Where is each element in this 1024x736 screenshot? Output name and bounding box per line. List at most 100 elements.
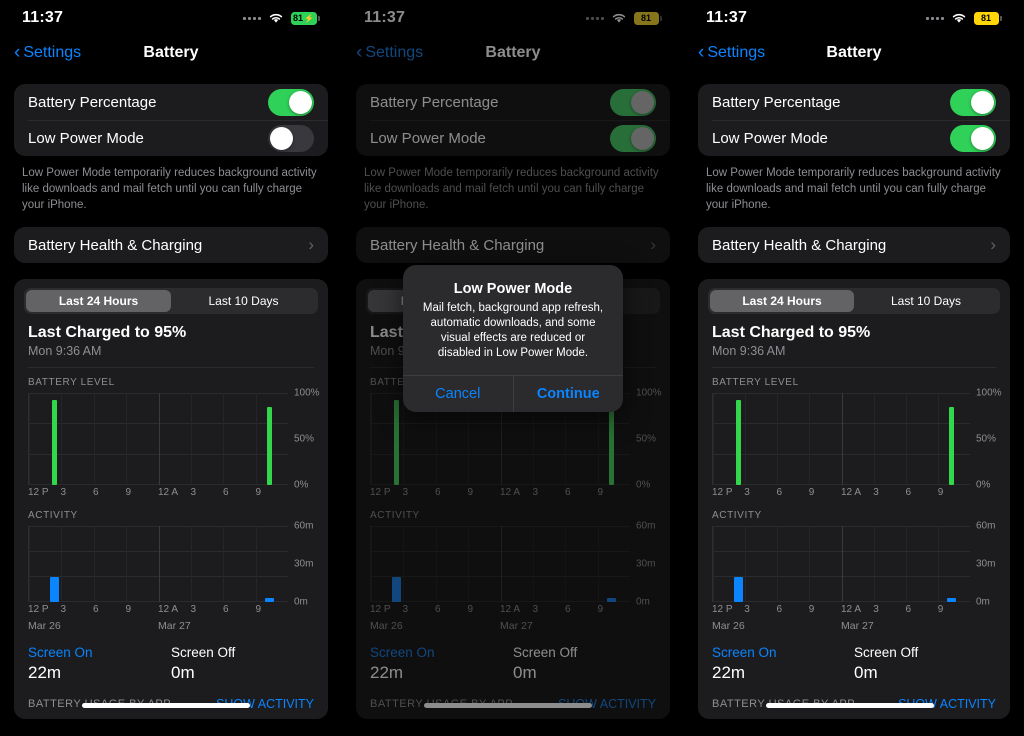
time-range-segmented-control[interactable]: Last 24 Hours Last 10 Days	[24, 288, 318, 314]
segment-last-24-hours[interactable]: Last 24 Hours	[710, 290, 854, 312]
row-battery-percentage[interactable]: Battery Percentage	[356, 84, 670, 120]
chevron-left-icon: ‹	[14, 41, 21, 63]
battery-level-chart: BATTERY LEVEL 100% 50% 0%	[14, 368, 328, 501]
battery-usage-card: Last 24 Hours Last 10 Days Last Charged …	[698, 279, 1010, 719]
battery-cap	[1000, 15, 1002, 21]
activity-chart-title: ACTIVITY	[712, 510, 762, 521]
xtick: 6	[776, 487, 783, 498]
phone-screen-panel-1: 11:37 81 ⚡ ‹ Settings Battery Battery Pe…	[0, 0, 342, 736]
screen-on-stat[interactable]: Screen On 22m	[370, 645, 513, 683]
battery-settings-group: Battery Percentage Low Power Mode	[356, 84, 670, 156]
row-low-power-mode[interactable]: Low Power Mode	[14, 120, 328, 156]
scroll-indicator[interactable]	[82, 703, 250, 708]
battery-percent-text: 81	[640, 13, 651, 23]
screen-off-label: Screen Off	[171, 645, 236, 660]
cellular-dots-icon	[926, 16, 944, 20]
ytick-100: 100%	[976, 387, 1002, 399]
row-low-power-mode[interactable]: Low Power Mode	[356, 120, 670, 156]
xtick: 6	[565, 604, 571, 615]
battery-level-xaxis: 12 P 3 6 9 12 A 3 6 9	[28, 487, 288, 501]
low-power-mode-toggle[interactable]	[950, 124, 996, 152]
time-range-segmented-control[interactable]: Last 24 Hours Last 10 Days	[708, 288, 1000, 314]
row-battery-percentage[interactable]: Battery Percentage	[14, 84, 328, 120]
ytick-0: 0%	[636, 479, 651, 491]
row-low-power-mode[interactable]: Low Power Mode	[698, 120, 1010, 156]
ytick-0: 0%	[294, 479, 309, 491]
back-to-settings-button[interactable]: ‹ Settings	[14, 41, 82, 63]
row-battery-health[interactable]: Battery Health & Charging ›	[356, 227, 670, 263]
battery-level-plot: 100% 50% 0%	[712, 388, 1002, 491]
navigation-bar: ‹ Settings Battery	[342, 36, 684, 70]
ytick-50: 50%	[636, 433, 657, 445]
xtick: 3	[744, 487, 750, 498]
date-axis: Mar 26 Mar 27	[370, 620, 630, 635]
screen-off-stat[interactable]: Screen Off 0m	[854, 645, 996, 683]
xtick: 3	[532, 604, 539, 615]
battery-usage-footer: BATTERY USAGE BY APP SHOW ACTIVITY	[698, 697, 1010, 719]
row-battery-health[interactable]: Battery Health & Charging ›	[14, 227, 328, 263]
scroll-indicator[interactable]	[424, 703, 592, 708]
low-power-mode-label: Low Power Mode	[28, 129, 144, 147]
battery-percentage-label: Battery Percentage	[28, 93, 157, 111]
activity-bar	[946, 598, 956, 602]
ytick-0m: 0m	[636, 596, 650, 608]
alert-cancel-button[interactable]: Cancel	[403, 376, 513, 412]
scroll-indicator[interactable]	[766, 703, 934, 708]
segment-last-10-days[interactable]: Last 10 Days	[854, 290, 998, 312]
xtick: 9	[255, 604, 262, 615]
date-label: Mar 26	[712, 620, 745, 632]
ytick-0m: 0m	[976, 596, 990, 608]
navigation-bar: ‹ Settings Battery	[684, 36, 1024, 70]
xtick: 12 A	[500, 604, 521, 615]
screen-on-stat[interactable]: Screen On 22m	[28, 645, 171, 683]
battery-cap	[318, 15, 320, 21]
alert-message: Mail fetch, background app refresh, auto…	[422, 302, 604, 359]
date-label: Mar 26	[370, 620, 403, 632]
row-battery-percentage[interactable]: Battery Percentage	[698, 84, 1010, 120]
back-label: Settings	[365, 44, 424, 61]
battery-health-label: Battery Health & Charging	[370, 236, 545, 254]
date-axis: Mar 26 Mar 27	[712, 620, 970, 635]
last-charged-title: Last Charged to 95%	[28, 324, 187, 341]
screen-time-stats: Screen On 22m Screen Off 0m	[356, 635, 670, 683]
date-label: Mar 27	[158, 620, 191, 632]
activity-bar	[733, 576, 743, 602]
segment-last-24-hours[interactable]: Last 24 Hours	[26, 290, 171, 312]
xtick: 9	[255, 487, 262, 498]
battery-percentage-toggle[interactable]	[610, 88, 656, 116]
screen-off-stat[interactable]: Screen Off 0m	[171, 645, 314, 683]
screen-on-stat[interactable]: Screen On 22m	[712, 645, 854, 683]
chevron-right-icon: ›	[650, 235, 656, 254]
activity-plot: 60m 30m 0m	[370, 521, 655, 608]
alert-continue-button[interactable]: Continue	[512, 376, 624, 412]
row-battery-health[interactable]: Battery Health & Charging ›	[698, 227, 1010, 263]
screen-off-stat[interactable]: Screen Off 0m	[513, 645, 656, 683]
xtick: 12 P	[712, 487, 733, 498]
xtick: 12 A	[158, 604, 179, 615]
low-power-mode-toggle[interactable]	[268, 124, 314, 152]
last-charged-block: Last Charged to 95% Mon 9:36 AM	[14, 314, 328, 358]
ytick-0: 0%	[976, 479, 991, 491]
back-label: Settings	[23, 44, 82, 61]
back-to-settings-button[interactable]: ‹ Settings	[356, 43, 424, 62]
xtick: 3	[190, 604, 197, 615]
activity-chart: ACTIVITY 60m 30m 0m 12 P 3 6 9 12 A 3 6 …	[14, 501, 328, 635]
low-power-mode-toggle[interactable]	[610, 124, 656, 152]
xtick: 9	[467, 487, 474, 498]
battery-level-chart-title: BATTERY LEVEL	[28, 377, 115, 388]
battery-percentage-toggle[interactable]	[268, 88, 314, 116]
activity-chart: ACTIVITY 60m 30m 0m 12 P 3 6 9 12 A 3 6 …	[356, 501, 670, 635]
activity-xaxis: 12 P 3 6 9 12 A 3 6 9	[370, 604, 630, 618]
segment-last-10-days[interactable]: Last 10 Days	[171, 290, 316, 312]
xtick: 12 P	[28, 604, 49, 615]
screen-off-value: 0m	[854, 663, 878, 682]
xtick: 6	[905, 487, 912, 498]
back-to-settings-button[interactable]: ‹ Settings	[698, 43, 766, 62]
activity-bar	[391, 576, 401, 602]
toggle-knob	[289, 90, 312, 114]
date-label: Mar 27	[841, 620, 874, 632]
back-label: Settings	[707, 44, 766, 61]
ytick-30m: 30m	[636, 558, 656, 570]
battery-percentage-toggle[interactable]	[950, 88, 996, 116]
xtick: 6	[435, 487, 441, 498]
